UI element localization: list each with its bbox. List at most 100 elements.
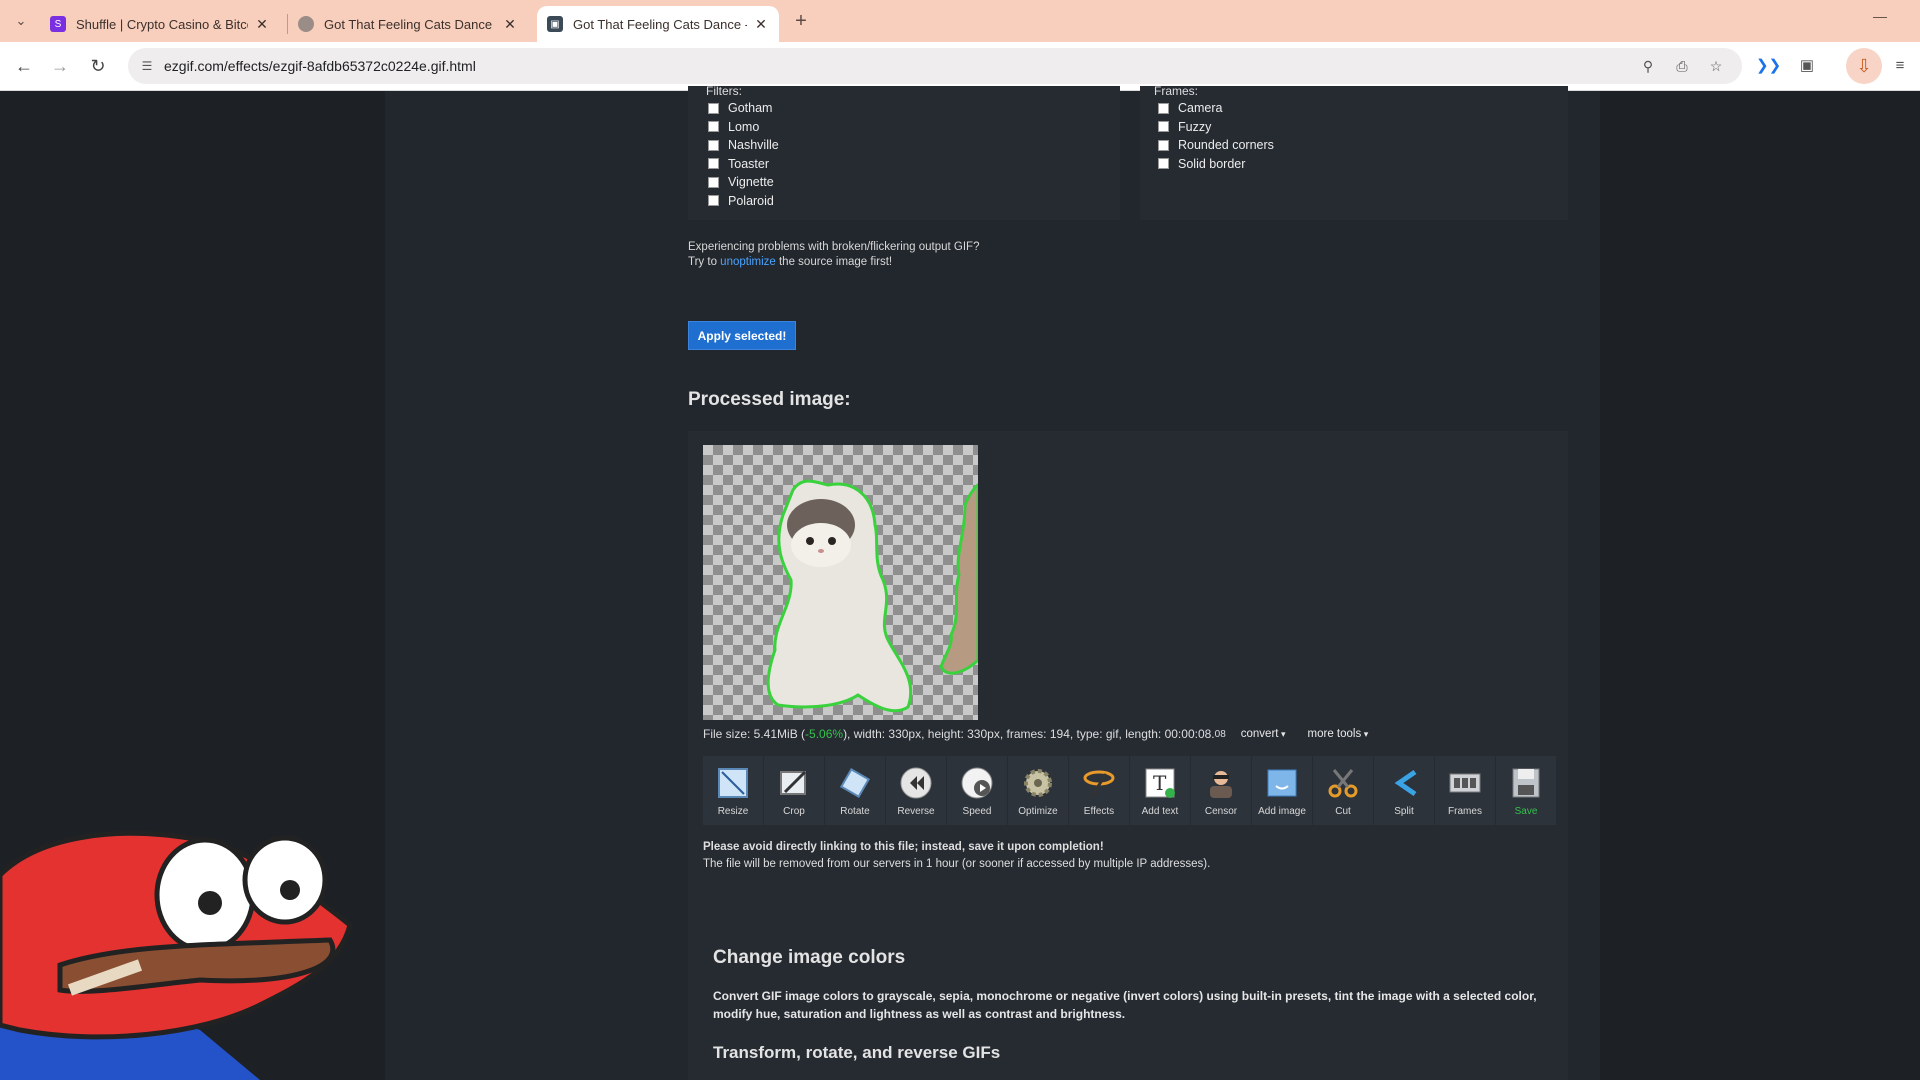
checkbox[interactable]	[1158, 139, 1169, 151]
tool-frames[interactable]: Frames	[1435, 756, 1495, 825]
tool-cut[interactable]: Cut	[1313, 756, 1373, 825]
tab-cats-dance-1[interactable]: Got That Feeling Cats Dance - G ✕	[288, 6, 528, 42]
tab-title: Got That Feeling Cats Dance - G	[573, 16, 747, 32]
resize-icon	[714, 764, 752, 802]
back-arrow-icon[interactable]: ←	[12, 54, 36, 78]
tool-effects[interactable]: Effects	[1069, 756, 1129, 825]
browser-toolbar: ← → ↻ ☰ ezgif.com/effects/ezgif-8afdb653…	[0, 42, 1920, 91]
forward-arrow-icon[interactable]: →	[48, 54, 72, 78]
flicker-note: Experiencing problems with broken/flicke…	[688, 241, 980, 268]
frog-sticker-image	[0, 815, 360, 1080]
checkbox[interactable]	[1158, 158, 1169, 170]
removal-warning: Please avoid directly linking to this fi…	[703, 841, 1211, 870]
filter-nashville[interactable]: Nashville	[708, 136, 779, 155]
tool-optimize[interactable]: Optimize	[1008, 756, 1068, 825]
zoom-icon[interactable]: ⚲	[1638, 56, 1658, 76]
filters-caption: Filters:	[706, 84, 742, 98]
checkbox[interactable]	[1158, 121, 1169, 133]
tool-resize[interactable]: Resize	[703, 756, 763, 825]
filter-gotham[interactable]: Gotham	[708, 99, 779, 118]
speed-icon	[958, 764, 996, 802]
filter-lomo[interactable]: Lomo	[708, 118, 779, 137]
frames-list: Camera Fuzzy Rounded corners Solid borde…	[1158, 99, 1274, 173]
checkbox[interactable]	[708, 176, 719, 188]
frame-rounded-corners[interactable]: Rounded corners	[1158, 136, 1274, 155]
downloads-icon[interactable]: ⇩	[1846, 48, 1882, 84]
tool-add-image[interactable]: Add image	[1252, 756, 1312, 825]
checkbox[interactable]	[708, 121, 719, 133]
address-bar[interactable]: ☰ ezgif.com/effects/ezgif-8afdb65372c022…	[128, 48, 1742, 84]
site-info-icon[interactable]: ☰	[138, 57, 156, 75]
extensions-puzzle-icon[interactable]: ▣	[1795, 54, 1819, 78]
processed-heading: Processed image:	[688, 389, 851, 410]
filter-polaroid[interactable]: Polaroid	[708, 192, 779, 211]
file-info: File size: 5.41MiB (-5.06%), width: 330p…	[703, 727, 1375, 741]
change-colors-description: Convert GIF image colors to grayscale, s…	[713, 989, 1537, 1021]
dancing-cats-image	[766, 479, 978, 713]
tab-search-chevron-icon[interactable]: ⌄	[12, 12, 30, 30]
install-app-icon[interactable]: ⎙	[1672, 56, 1692, 76]
tool-save[interactable]: Save	[1496, 756, 1556, 825]
add-image-icon	[1263, 764, 1301, 802]
checkbox[interactable]	[708, 195, 719, 207]
effects-wand-icon	[1080, 764, 1118, 802]
frames-caption: Frames:	[1154, 84, 1199, 98]
filter-toaster[interactable]: Toaster	[708, 155, 779, 174]
apply-selected-button[interactable]: Apply selected!	[688, 321, 796, 350]
url-text[interactable]: ezgif.com/effects/ezgif-8afdb65372c0224e…	[164, 57, 476, 75]
add-text-icon: T	[1141, 764, 1179, 802]
bookmark-star-icon[interactable]: ☆	[1706, 56, 1726, 76]
frame-camera[interactable]: Camera	[1158, 99, 1274, 118]
optimize-gear-icon	[1019, 764, 1057, 802]
tools-toolbar: Resize Crop Rotate Reverse Speed Optimiz…	[703, 756, 1557, 825]
minimize-window-icon[interactable]: —	[1870, 8, 1890, 28]
checkbox[interactable]	[708, 158, 719, 170]
svg-text:T: T	[1153, 771, 1167, 795]
tab-cats-dance-2[interactable]: ▣ Got That Feeling Cats Dance - G ✕	[537, 6, 779, 42]
censor-icon	[1202, 764, 1240, 802]
ezgif-favicon-icon: ▣	[547, 16, 563, 32]
close-tab-icon[interactable]: ✕	[254, 16, 270, 32]
film-frames-icon	[1446, 764, 1484, 802]
more-tools-dropdown[interactable]: more tools	[1301, 727, 1376, 741]
frame-solid-border[interactable]: Solid border	[1158, 155, 1274, 174]
checkbox[interactable]	[708, 102, 719, 114]
close-tab-icon[interactable]: ✕	[502, 16, 518, 32]
unoptimize-link[interactable]: unoptimize	[720, 256, 776, 268]
transform-heading: Transform, rotate, and reverse GIFs	[713, 1043, 1001, 1062]
shuffle-favicon-icon: S	[50, 16, 66, 32]
save-disk-icon	[1507, 764, 1545, 802]
change-colors-heading: Change image colors	[713, 947, 906, 968]
reload-icon[interactable]: ↻	[86, 54, 110, 78]
reading-list-icon[interactable]: ≡	[1888, 54, 1912, 78]
frame-fuzzy[interactable]: Fuzzy	[1158, 118, 1274, 137]
reverse-icon	[897, 764, 935, 802]
globe-favicon-icon	[298, 16, 314, 32]
checkbox[interactable]	[1158, 102, 1169, 114]
new-tab-icon[interactable]: +	[790, 10, 812, 32]
tab-shuffle[interactable]: S Shuffle | Crypto Casino & Bitcoi ✕	[40, 6, 280, 42]
read-aloud-icon[interactable]: ❯❯	[1756, 54, 1781, 78]
scissors-icon	[1324, 764, 1362, 802]
tab-title: Shuffle | Crypto Casino & Bitcoi	[76, 16, 248, 32]
rotate-icon	[836, 764, 874, 802]
tool-reverse[interactable]: Reverse	[886, 756, 946, 825]
tab-title: Got That Feeling Cats Dance - G	[324, 16, 496, 32]
tool-crop[interactable]: Crop	[764, 756, 824, 825]
tool-split[interactable]: Split	[1374, 756, 1434, 825]
tool-speed[interactable]: Speed	[947, 756, 1007, 825]
convert-dropdown[interactable]: convert	[1234, 727, 1293, 741]
tool-add-text[interactable]: T Add text	[1130, 756, 1190, 825]
tool-rotate[interactable]: Rotate	[825, 756, 885, 825]
close-tab-icon[interactable]: ✕	[753, 16, 769, 32]
size-change: -5.06%	[805, 727, 844, 741]
filters-list: Gotham Lomo Nashville Toaster Vignette P…	[708, 99, 779, 210]
split-icon	[1385, 764, 1423, 802]
checkbox[interactable]	[708, 139, 719, 151]
tool-censor[interactable]: Censor	[1191, 756, 1251, 825]
filter-vignette[interactable]: Vignette	[708, 173, 779, 192]
frog-sticker-icon	[0, 830, 353, 1080]
crop-icon	[775, 764, 813, 802]
processed-gif-preview	[703, 445, 978, 720]
tab-strip: ⌄ S Shuffle | Crypto Casino & Bitcoi ✕ G…	[0, 0, 1920, 42]
